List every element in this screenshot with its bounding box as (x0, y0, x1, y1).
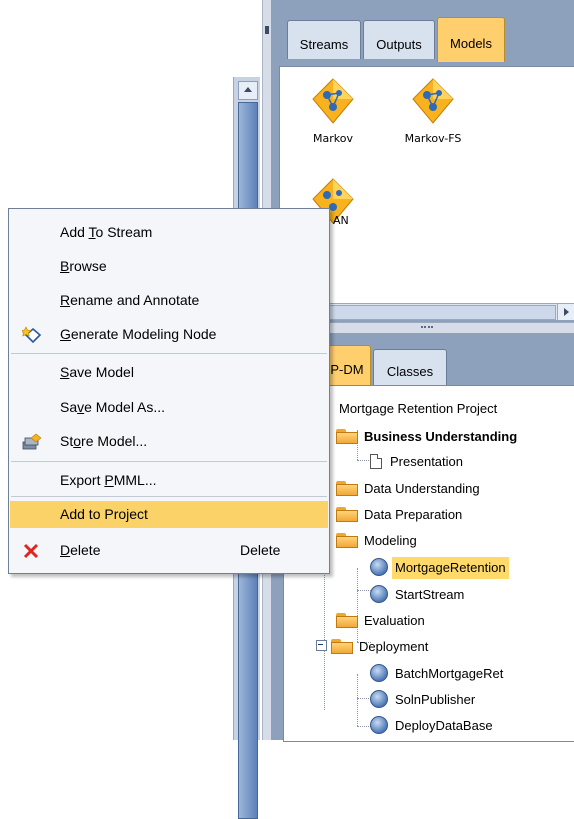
tree-connector (357, 674, 358, 726)
menu-separator (11, 353, 327, 354)
tree-label: Data Preparation (364, 507, 463, 522)
tab-streams[interactable]: Streams (287, 20, 361, 59)
menu-item-label: Store Model... (60, 433, 148, 449)
tree-label: BatchMortgageRet (395, 666, 504, 681)
model-markov[interactable]: Markov (288, 77, 378, 145)
managers-tabbar: Streams Outputs Models (271, 0, 574, 66)
menu-item-label: Delete (60, 542, 101, 558)
folder-icon (336, 428, 358, 444)
tab-models[interactable]: Models (437, 17, 505, 62)
model-nugget-icon (312, 78, 354, 124)
splitter-grip-icon (421, 326, 433, 331)
tree-root[interactable]: Mortgage Retention Project (336, 398, 500, 420)
tree-item-batch-mortgage-ret[interactable]: BatchMortgageRet (370, 663, 506, 685)
tree-label: Modeling (364, 533, 417, 548)
menu-item-save-model-as[interactable]: Save Model As... (10, 394, 328, 421)
scroll-right-icon[interactable] (557, 304, 574, 320)
tree-item-mortgage-retention[interactable]: MortgageRetention (370, 557, 509, 579)
store-model-icon (22, 433, 42, 450)
menu-item-label: Generate Modeling Node (60, 326, 217, 342)
folder-icon (336, 480, 358, 496)
menu-separator (11, 461, 327, 462)
menu-item-label: Save Model As... (60, 399, 166, 415)
tree-label: Deployment (359, 639, 429, 654)
menu-item-save-model[interactable]: Save Model (10, 359, 328, 386)
tree-item-deploy-database[interactable]: DeployDataBase (370, 715, 496, 737)
model-context-menu: Add To Stream Browse Rename and Annotate… (8, 208, 330, 574)
model-nugget-icon (412, 78, 454, 124)
tab-crisp-dm[interactable]: P-DM (323, 345, 371, 386)
tree-item-deployment[interactable]: Deployment (316, 636, 431, 658)
menu-item-browse[interactable]: Browse (10, 253, 328, 280)
tree-item-start-stream[interactable]: StartStream (370, 584, 467, 606)
tree-connector (357, 590, 371, 591)
tree-label: DeployDataBase (395, 718, 493, 733)
tab-classes[interactable]: Classes (373, 349, 447, 386)
splitter-grip-icon[interactable] (265, 26, 269, 34)
model-label: Markov-FS (404, 132, 462, 145)
stream-icon (370, 558, 388, 576)
menu-item-store-model[interactable]: Store Model... (10, 428, 328, 455)
folder-icon (336, 612, 358, 628)
menu-item-label: Rename and Annotate (60, 292, 200, 308)
scroll-up-icon[interactable] (238, 81, 258, 100)
stream-icon (370, 585, 388, 603)
tree-item-data-preparation[interactable]: Data Preparation (336, 504, 465, 526)
tree-label: Evaluation (364, 613, 425, 628)
tree-label: Presentation (390, 454, 463, 469)
document-icon (370, 454, 382, 469)
stream-icon (370, 690, 388, 708)
model-label: Markov (313, 132, 353, 145)
tab-outputs[interactable]: Outputs (363, 20, 435, 59)
folder-icon (331, 638, 353, 654)
folder-icon (336, 532, 358, 548)
delete-x-icon (23, 543, 39, 559)
tree-item-presentation[interactable]: Presentation (370, 451, 466, 473)
generate-node-icon (22, 326, 42, 344)
stream-icon (370, 664, 388, 682)
stream-icon (370, 716, 388, 734)
tree-label: StartStream (395, 587, 465, 602)
menu-item-label: Add To Stream (60, 224, 153, 240)
tree-connector (357, 698, 371, 699)
menu-item-add-to-project[interactable]: Add to Project (10, 501, 328, 528)
folder-icon (336, 506, 358, 522)
tree-label: Data Understanding (364, 481, 480, 496)
menu-item-label: Add to Project (60, 506, 148, 522)
menu-separator (11, 496, 327, 497)
tree-label: Mortgage Retention Project (339, 401, 498, 416)
collapse-icon[interactable] (316, 640, 327, 651)
tree-item-data-understanding[interactable]: Data Understanding (336, 478, 483, 500)
menu-item-label: Export PMML... (60, 472, 157, 488)
tree-label: MortgageRetention (392, 557, 509, 579)
tree-item-modeling[interactable]: Modeling (336, 530, 420, 552)
menu-item-shortcut: Delete (240, 542, 281, 558)
menu-item-rename-annotate[interactable]: Rename and Annotate (10, 287, 328, 314)
menu-item-label: Browse (60, 258, 107, 274)
menu-item-label: Save Model (60, 364, 134, 380)
menu-item-export-pmml[interactable]: Export PMML... (10, 467, 328, 494)
tree-item-business-understanding[interactable]: Business Understanding (336, 426, 520, 448)
tree-connector (357, 460, 371, 461)
tree-label: Business Understanding (364, 429, 518, 444)
tree-label: SolnPublisher (395, 692, 476, 707)
menu-item-delete[interactable]: Delete Delete (10, 537, 328, 564)
tree-item-evaluation[interactable]: Evaluation (336, 610, 428, 632)
tree-connector (357, 726, 371, 727)
tree-item-soln-publisher[interactable]: SolnPublisher (370, 689, 478, 711)
menu-item-add-to-stream[interactable]: Add To Stream (10, 219, 328, 246)
menu-item-generate-modeling-node[interactable]: Generate Modeling Node (10, 321, 328, 348)
model-markov-fs[interactable]: Markov-FS (388, 77, 478, 145)
